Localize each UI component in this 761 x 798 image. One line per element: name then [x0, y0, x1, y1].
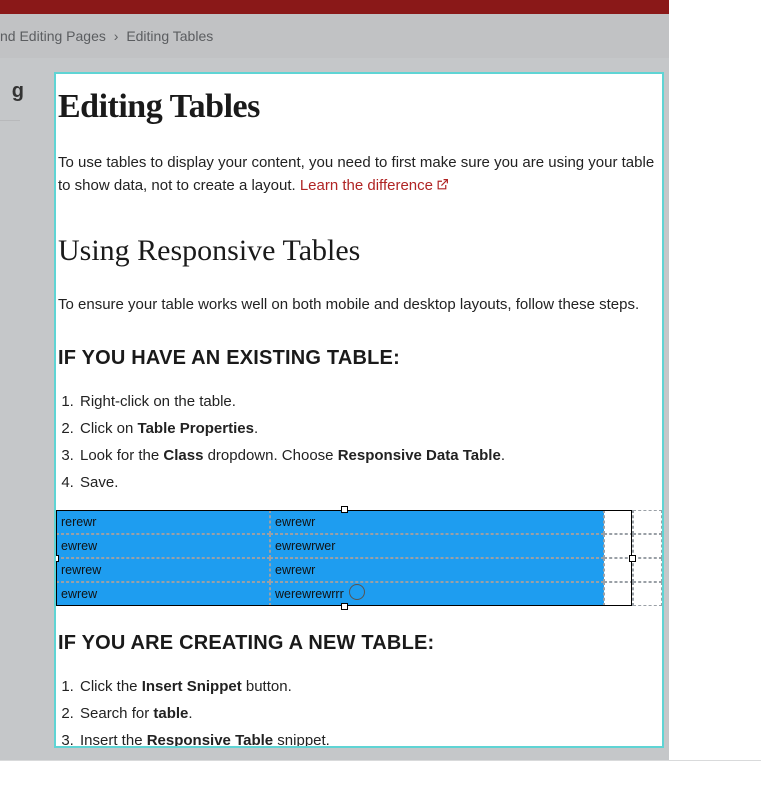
existing-table-heading: IF YOU HAVE AN EXISTING TABLE:	[58, 347, 662, 370]
step-item: Look for the Class dropdown. Choose Resp…	[78, 442, 662, 469]
sample-table[interactable]: rerewrewrewrewrewewrewrwerrewrewewrewrew…	[56, 510, 662, 606]
existing-steps-list: Right-click on the table.Click on Table …	[58, 388, 662, 496]
table-cell[interactable]	[633, 582, 662, 606]
table-cell[interactable]	[633, 534, 662, 558]
table-cell[interactable]: ewrew	[56, 582, 270, 606]
table-cell[interactable]: werewrewrrr	[270, 582, 604, 606]
step-item: Save.	[78, 469, 662, 496]
step-item: Click on Table Properties.	[78, 415, 662, 442]
table-editor[interactable]: rerewrewrewrewrewewrewrwerrewrewewrewrew…	[56, 510, 662, 606]
step-item: Click the Insert Snippet button.	[78, 673, 662, 700]
table-cell[interactable]	[604, 510, 633, 534]
page-title: Editing Tables	[58, 88, 662, 126]
table-cell[interactable]	[604, 558, 633, 582]
external-link-icon	[436, 176, 449, 199]
breadcrumb: nd Editing Pages › Editing Tables	[0, 14, 669, 58]
section-responsive-intro: To ensure your table works well on both …	[58, 296, 658, 313]
table-cell[interactable]: ewrewr	[270, 558, 604, 582]
intro-paragraph: To use tables to display your content, y…	[58, 152, 658, 198]
right-gutter	[669, 0, 761, 761]
top-brand-bar	[0, 0, 669, 14]
step-item: Search for table.	[78, 700, 662, 727]
section-responsive-heading: Using Responsive Tables	[58, 234, 662, 268]
breadcrumb-part-1[interactable]: nd Editing Pages	[0, 28, 106, 44]
sidebar-fragment: g	[0, 80, 24, 103]
content-panel[interactable]: Editing Tables To use tables to display …	[54, 72, 664, 748]
learn-difference-link[interactable]: Learn the difference	[300, 177, 449, 194]
table-row[interactable]: ewrewewrewrwer	[56, 534, 662, 558]
table-cell[interactable]	[633, 558, 662, 582]
table-cell[interactable]	[604, 582, 633, 606]
sidebar-rule	[0, 120, 20, 121]
table-cell[interactable]: rewrew	[56, 558, 270, 582]
table-row[interactable]: ewrewwerewrewrrr	[56, 582, 662, 606]
table-row[interactable]: rerewrewrewr	[56, 510, 662, 534]
table-cell[interactable]	[633, 510, 662, 534]
breadcrumb-separator: ›	[114, 28, 119, 44]
table-cell[interactable]: ewrewrwer	[270, 534, 604, 558]
new-steps-list: Click the Insert Snippet button.Search f…	[58, 673, 662, 748]
step-item: Right-click on the table.	[78, 388, 662, 415]
table-cell[interactable]: rerewr	[56, 510, 270, 534]
new-table-heading: IF YOU ARE CREATING A NEW TABLE:	[58, 632, 662, 655]
table-cell[interactable]: ewrew	[56, 534, 270, 558]
table-cell[interactable]	[604, 534, 633, 558]
breadcrumb-part-2[interactable]: Editing Tables	[126, 28, 213, 44]
table-cell[interactable]: ewrewr	[270, 510, 604, 534]
step-item: Insert the Responsive Table snippet.	[78, 727, 662, 748]
bottom-strip	[0, 760, 761, 798]
table-row[interactable]: rewrewewrewr	[56, 558, 662, 582]
